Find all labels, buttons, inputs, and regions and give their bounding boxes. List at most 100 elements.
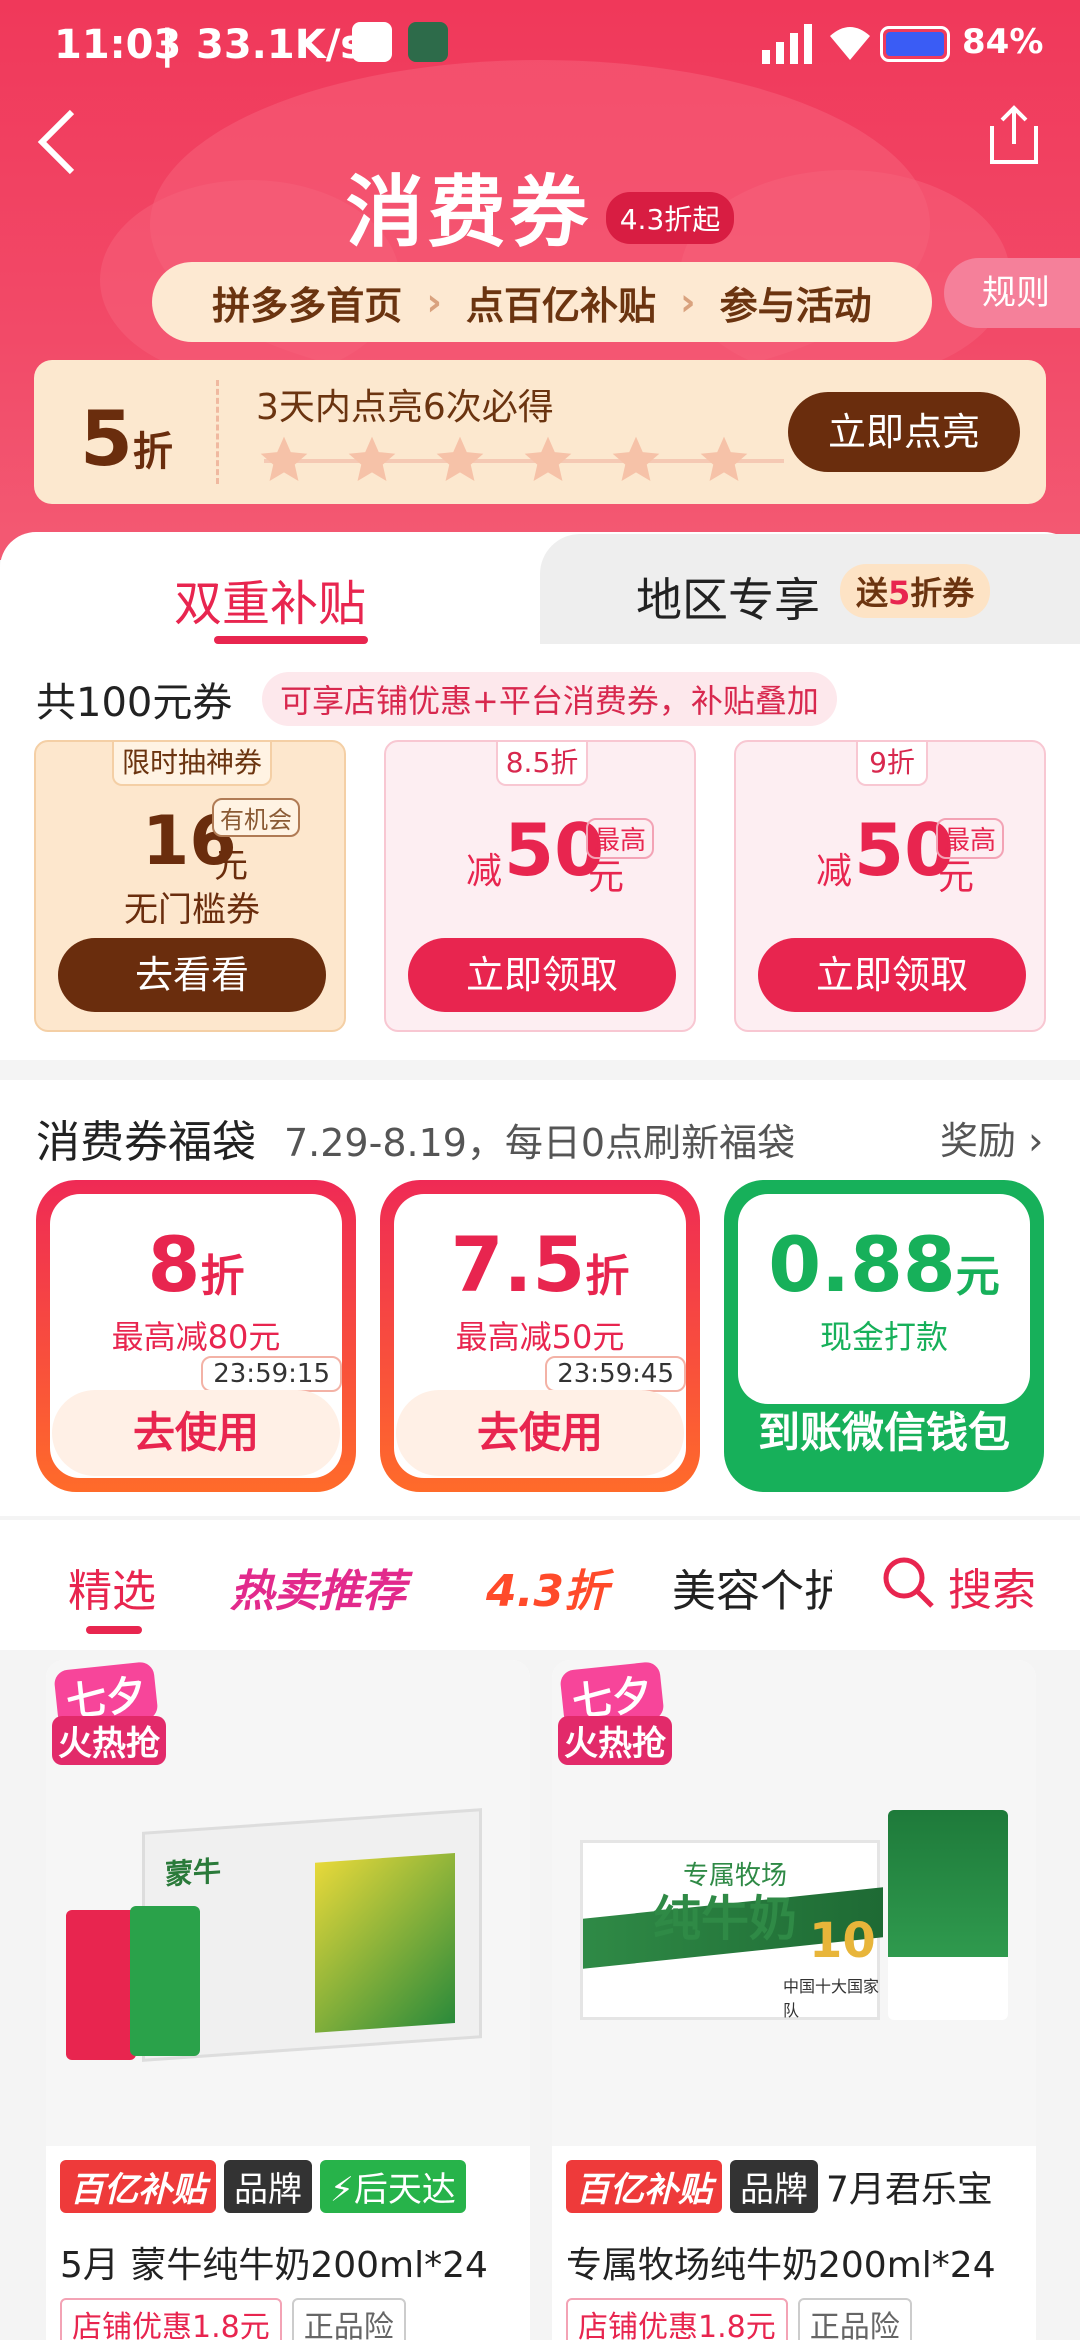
product-benefits: 店铺优惠1.8元 正品险 <box>60 2298 416 2340</box>
status-net-speed: 33.1K/s <box>196 22 365 68</box>
star-icon <box>700 436 748 481</box>
fudai-reward-label: 奖励 <box>940 1119 1017 1163</box>
fudai-card-8: 8折 最高减80元 23:59:15 去使用 <box>36 1180 356 1492</box>
insurance-tag: 正品险 <box>291 2298 406 2340</box>
step-item: 拼多多首页 <box>212 283 403 328</box>
battery-percent: 84% <box>962 22 1044 62</box>
star-icon <box>524 436 572 481</box>
coupon-claim-button[interactable]: 立即领取 <box>408 938 676 1012</box>
product-tags: 百亿补贴 品牌 7月君乐宝 <box>566 2160 993 2213</box>
signal-icon <box>762 24 814 74</box>
tag-brand: 品牌 <box>224 2160 312 2213</box>
tag-subsidy: 百亿补贴 <box>60 2160 216 2213</box>
avatar-notification-icon <box>408 22 448 62</box>
chevron-right-icon: › <box>1016 1119 1044 1163</box>
battery-icon <box>880 26 950 62</box>
tab-beauty[interactable]: 美容个护 <box>672 1555 832 1615</box>
tab-regional-label: 地区专享 <box>636 573 820 627</box>
fudai-desc: 现金打款 <box>819 1318 948 1356</box>
tab-double-subsidy[interactable]: 双重补贴 <box>0 540 540 650</box>
star-icon <box>436 436 484 481</box>
fudai-countdown: 23:59:15 <box>201 1356 342 1392</box>
light-up-discount-number: 5 <box>80 394 133 483</box>
tag-delivery: ⚡后天达 <box>320 2160 466 2213</box>
insurance-tag: 正品险 <box>797 2298 912 2340</box>
wifi-icon <box>826 22 874 72</box>
coupon-unit: 元 <box>214 846 248 886</box>
activity-steps: 拼多多首页 › 点百亿补贴 › 参与活动 <box>152 262 932 342</box>
light-up-text: 3天内点亮6次必得 <box>256 387 554 428</box>
coupon-prefix: 减 <box>816 851 853 892</box>
star-icon <box>612 436 660 481</box>
title-discount-badge: 4.3折起 <box>605 191 735 244</box>
tag-delivery-label: 后天达 <box>353 2170 456 2210</box>
fudai-use-button[interactable]: 去使用 <box>52 1390 340 1476</box>
search-label: 搜索 <box>948 1565 1036 1616</box>
fudai-big-number: 7.5 <box>450 1220 586 1309</box>
rules-button[interactable]: 规则 <box>944 258 1080 328</box>
fudai-unit: 折 <box>200 1251 245 1302</box>
box-graphic <box>315 1853 455 2033</box>
fudai-desc: 最高减50元 <box>455 1318 625 1356</box>
product-card[interactable]: 专属牧场 纯牛奶 10 中国十大国家队 七夕 火热抢 百亿补贴 品牌 7月君乐宝 专… <box>552 1660 1036 2340</box>
coupon-claim-button[interactable]: 立即领取 <box>758 938 1026 1012</box>
tab-featured[interactable]: 精选 <box>68 1555 156 1619</box>
category-active-indicator <box>86 1626 142 1634</box>
step-item: 参与活动 <box>719 283 872 328</box>
light-up-discount: 5折 <box>80 394 173 483</box>
coupon-tag: 限时抽神券 <box>112 742 272 786</box>
coupon-view-button[interactable]: 去看看 <box>58 938 326 1012</box>
coupon-card-limited: 限时抽神券 16 有机会 元 无门槛券 去看看 <box>34 740 346 1032</box>
status-bar: 11:03 | 33.1K/s 84% <box>0 0 1080 96</box>
product-image: 蒙牛 七夕 火热抢 <box>46 1660 530 2146</box>
product-title-start: 7月君乐宝 <box>826 2169 993 2211</box>
qq-notification-icon <box>352 22 392 62</box>
light-up-button[interactable]: 立即点亮 <box>788 392 1020 472</box>
tab-regional[interactable]: 地区专享 送5折券 <box>540 534 1080 644</box>
page-title-text: 消费券 <box>345 168 592 258</box>
coupon-tag: 9折 <box>856 742 928 786</box>
box-badge-sub: 中国十大国家队 <box>783 1977 880 2020</box>
fudai-unit: 折 <box>585 1251 630 1302</box>
milk-box-image: 专属牧场 纯牛奶 10 中国十大国家队 <box>580 1840 883 2020</box>
product-benefits: 店铺优惠1.8元 正品险 <box>566 2298 922 2340</box>
box-main-text: 纯牛奶 <box>653 1891 798 1947</box>
fudai-use-button[interactable]: 去使用 <box>396 1390 684 1476</box>
star-icon <box>348 436 396 481</box>
divider <box>216 380 219 484</box>
product-tags: 百亿补贴 品牌 ⚡后天达 <box>60 2160 474 2213</box>
status-separator: | <box>160 22 175 68</box>
coupon-unit: 元 <box>938 857 975 898</box>
fudai-wallet-button[interactable]: 到账微信钱包 <box>740 1390 1028 1476</box>
fudai-card-value: 7.5折 <box>380 1220 700 1309</box>
lightning-icon: ⚡ <box>330 2170 354 2210</box>
tab-badge-num: 5 <box>888 574 911 612</box>
tab-badge-post: 折券 <box>910 574 975 612</box>
coupon-desc: 无门槛券 <box>124 890 260 930</box>
coupons-total-label: 共100元券 <box>36 680 233 726</box>
tab-43-discount[interactable]: 4.3折 <box>486 1555 608 1619</box>
fudai-subtitle: 7.29-8.19，每日0点刷新福袋 <box>284 1121 796 1165</box>
search-button[interactable]: 搜索 <box>832 1530 1080 1640</box>
shop-coupon-tag: 店铺优惠1.8元 <box>60 2298 282 2340</box>
fudai-card-cash: 0.88元 现金打款 到账微信钱包 <box>724 1180 1044 1492</box>
fudai-card-value: 8折 <box>36 1220 356 1309</box>
promo-bottom: 火热抢 <box>52 1716 166 1765</box>
chevron-right-icon: › <box>426 280 442 324</box>
star-icon <box>260 436 308 481</box>
box-badge: 10 <box>809 1913 876 1969</box>
tab-hot-sale[interactable]: 热卖推荐 <box>230 1555 406 1619</box>
fudai-reward-link[interactable]: 奖励 › <box>940 1110 1043 1165</box>
tab-badge-pre: 送 <box>856 574 889 612</box>
tab-beauty-label: 美容个护 <box>672 1566 832 1615</box>
coupon-tag: 8.5折 <box>496 742 588 786</box>
fudai-title: 消费券福袋 <box>36 1117 256 1168</box>
tab-double-subsidy-label: 双重补贴 <box>174 576 367 632</box>
fudai-countdown: 23:59:45 <box>545 1356 686 1392</box>
page-title: 消费券 4.3折起 <box>0 150 1080 262</box>
product-card[interactable]: 蒙牛 七夕 火热抢 百亿补贴 品牌 ⚡后天达 5月 蒙牛纯牛奶200ml*24 店铺… <box>46 1660 530 2340</box>
light-up-card: 5折 3天内点亮6次必得 立即点亮 <box>34 360 1046 504</box>
product-title: 专属牧场纯牛奶200ml*24 <box>566 2245 996 2286</box>
qixi-promo-badge: 七夕 火热抢 <box>46 1660 176 1770</box>
carton-green-image <box>130 1906 200 2056</box>
